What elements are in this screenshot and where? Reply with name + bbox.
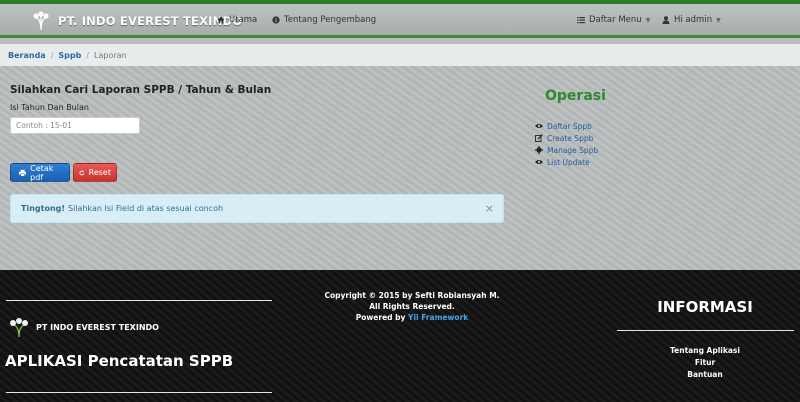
breadcrumb-sppb[interactable]: Sppb <box>58 51 81 60</box>
footer-brand-title: PT INDO EVEREST TEXINDO <box>36 322 159 332</box>
home-icon <box>217 16 225 24</box>
operasi-item-create-sppb[interactable]: Create Sppb <box>535 132 598 144</box>
footer-divider <box>6 392 272 393</box>
navbar-brand[interactable]: PT. INDO EVEREST TEXINDO <box>30 10 242 32</box>
reset-label: Reset <box>88 168 111 177</box>
link-bantuan[interactable]: Bantuan <box>650 369 760 381</box>
powered-by: Powered by Yii Framework <box>312 312 512 323</box>
cotton-logo-icon <box>10 318 28 338</box>
user-icon <box>662 16 670 24</box>
footer-divider <box>617 330 794 331</box>
refresh-icon <box>79 169 85 175</box>
alert-text: Silahkan Isi Field di atas sesuai concoh <box>68 204 224 213</box>
operasi-item-manage-sppb[interactable]: Manage Sppb <box>535 144 598 156</box>
operasi-item-label: Create Sppb <box>547 133 594 143</box>
operasi-title: Operasi <box>545 88 606 104</box>
eye-icon <box>535 124 543 128</box>
close-icon[interactable]: × <box>485 202 494 215</box>
operasi-item-label: Manage Sppb <box>547 145 599 155</box>
info-alert: Tingtong! Silahkan Isi Field di atas ses… <box>10 194 504 223</box>
footer-divider <box>6 300 272 301</box>
gear-icon <box>535 146 543 154</box>
breadcrumb: Beranda / Sppb / Laporan <box>0 44 800 66</box>
link-tentang-aplikasi[interactable]: Tentang Aplikasi <box>650 345 760 357</box>
breadcrumb-beranda[interactable]: Beranda <box>8 51 46 60</box>
nav-utama[interactable]: Utama <box>217 15 257 25</box>
rights-text: All Rights Reserved. <box>369 302 455 311</box>
navbar: PT. INDO EVEREST TEXINDO Utama Tentang P… <box>0 4 800 38</box>
operasi-item-list-update[interactable]: List Update <box>535 156 598 168</box>
operasi-menu: Daftar Sppb Create Sppb Manage Sppb List… <box>535 120 598 168</box>
powered-prefix: Powered by <box>355 313 406 322</box>
brand-title: PT. INDO EVEREST TEXINDO <box>58 14 243 28</box>
nav-daftar-menu-label: Daftar Menu <box>589 15 642 25</box>
operasi-item-label: List Update <box>547 157 590 167</box>
breadcrumb-separator: / <box>50 50 54 60</box>
nav-tentang-label: Tentang Pengembang <box>284 15 377 25</box>
chevron-down-icon: ▼ <box>716 16 721 24</box>
nav-user-menu[interactable]: Hi admin ▼ <box>662 15 721 25</box>
informasi-links: Tentang Aplikasi Fitur Bantuan <box>650 345 760 381</box>
reset-button[interactable]: Reset <box>73 163 117 182</box>
footer-app-title: APLIKASI Pencatatan SPPB <box>5 352 234 370</box>
informasi-title: INFORMASI <box>657 298 753 316</box>
list-icon <box>577 17 585 24</box>
breadcrumb-active: Laporan <box>94 50 127 60</box>
breadcrumb-separator: / <box>86 50 90 60</box>
nav-daftar-menu[interactable]: Daftar Menu ▼ <box>577 15 650 25</box>
nav-user-label: Hi admin <box>674 15 713 25</box>
footer-copyright: Copyright © 2015 by Sefti Robiansyah M. … <box>312 290 512 323</box>
copyright-text: Copyright © 2015 by Sefti Robiansyah M. <box>324 291 500 300</box>
footer: PT INDO EVEREST TEXINDO APLIKASI Pencata… <box>0 270 800 402</box>
nav-tentang-pengembang[interactable]: Tentang Pengembang <box>272 15 376 25</box>
info-icon <box>272 16 280 24</box>
operasi-item-label: Daftar Sppb <box>547 121 592 131</box>
link-fitur[interactable]: Fitur <box>650 357 760 369</box>
operasi-item-daftar-sppb[interactable]: Daftar Sppb <box>535 120 598 132</box>
yii-framework-link[interactable]: Yii Framework <box>408 313 468 322</box>
nav-utama-label: Utama <box>229 15 258 25</box>
print-icon <box>19 169 27 176</box>
tahun-bulan-input[interactable] <box>10 117 140 134</box>
main-content <box>0 66 800 270</box>
page-title: Silahkan Cari Laporan SPPB / Tahun & Bul… <box>10 84 272 96</box>
edit-icon <box>535 134 543 142</box>
footer-brand: PT INDO EVEREST TEXINDO <box>6 316 159 338</box>
cetak-pdf-label: Cetak pdf <box>30 163 54 182</box>
alert-strong: Tingtong! <box>21 204 66 213</box>
tahun-bulan-label: Isi Tahun Dan Bulan <box>10 103 89 112</box>
eye-icon <box>535 160 543 164</box>
cetak-pdf-button[interactable]: Cetak pdf <box>10 163 70 182</box>
cotton-logo-icon <box>33 11 49 31</box>
chevron-down-icon: ▼ <box>645 16 651 24</box>
